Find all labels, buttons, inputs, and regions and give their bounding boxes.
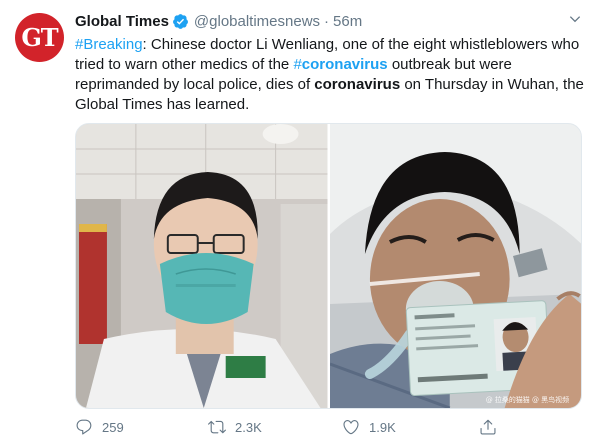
- photo-watermark: @ 拉桑的猫猫 @ 黑鸟视频: [485, 395, 568, 404]
- reply-icon: [76, 419, 92, 435]
- media-grid: @ 拉桑的猫猫 @ 黑鸟视频: [75, 123, 582, 409]
- photo-doctor-with-mask[interactable]: [76, 124, 328, 408]
- highlighted-keyword: coronavirus: [314, 76, 401, 93]
- hashtag-breaking[interactable]: #Breaking: [75, 36, 143, 53]
- author-handle[interactable]: @globaltimesnews: [194, 13, 320, 30]
- heart-icon: [343, 420, 359, 435]
- share-icon: [480, 419, 496, 435]
- photo-doctor-in-hospital-bed[interactable]: @ 拉桑的猫猫 @ 黑鸟视频: [329, 124, 581, 408]
- verified-badge-icon: [172, 13, 189, 30]
- hashtag-word: coronavirus: [301, 56, 388, 73]
- hashtag-coronavirus[interactable]: #coronavirus: [293, 56, 387, 73]
- retweet-button[interactable]: 2.3K: [208, 413, 262, 441]
- tweet-timestamp[interactable]: 56m: [333, 13, 362, 30]
- like-button[interactable]: 1.9K: [342, 413, 396, 441]
- separator-dot: ·: [324, 12, 330, 30]
- retweet-count: 2.3K: [235, 419, 262, 435]
- hashtag-symbol: #: [293, 56, 302, 73]
- tweet-header: Global Times @globaltimesnews · 56m: [75, 11, 362, 31]
- share-button[interactable]: [479, 413, 506, 441]
- reply-count: 259: [102, 419, 124, 435]
- tweet-text: #Breaking: Chinese doctor Li Wenliang, o…: [75, 35, 585, 115]
- avatar[interactable]: GT: [15, 13, 64, 62]
- author-name[interactable]: Global Times: [75, 13, 169, 30]
- retweet-icon: [208, 420, 226, 434]
- tweet-actions: 259 2.3K 1.9K: [75, 413, 575, 441]
- like-count: 1.9K: [369, 419, 396, 435]
- reply-button[interactable]: 259: [75, 413, 124, 441]
- chevron-down-icon[interactable]: [568, 12, 582, 26]
